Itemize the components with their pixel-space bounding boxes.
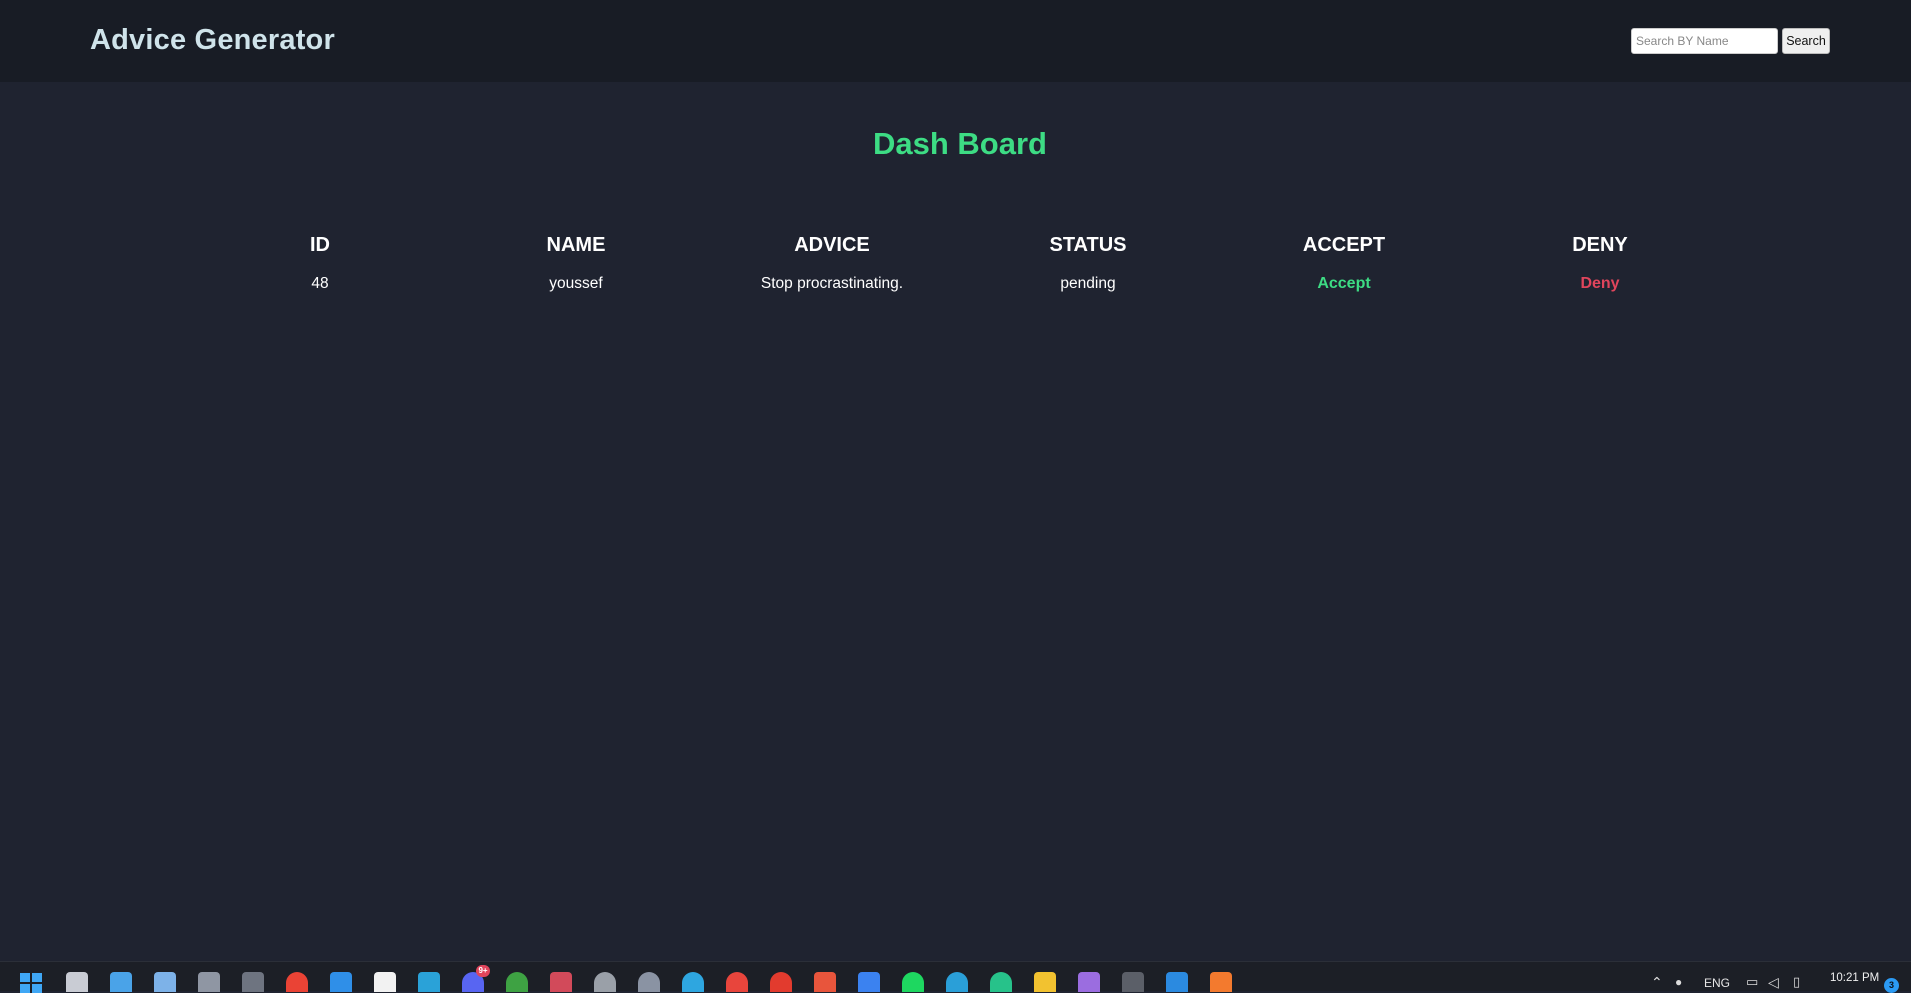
top-navbar: Advice Generator Search — [0, 0, 1911, 82]
network-icon[interactable]: ▭ — [1746, 974, 1758, 990]
windows-start-icon[interactable] — [20, 973, 42, 993]
office-icon[interactable] — [814, 972, 836, 992]
table-row: 48 youssef Stop procrastinating. pending… — [192, 264, 1728, 304]
chrome-icon[interactable] — [726, 972, 748, 992]
deny-button[interactable]: Deny — [1472, 275, 1728, 293]
spotify-icon[interactable] — [902, 972, 924, 992]
google-icon[interactable] — [286, 972, 308, 992]
todo-icon[interactable] — [858, 972, 880, 992]
snipping-tool-icon[interactable] — [550, 972, 572, 992]
battery-icon[interactable]: ▯ — [1793, 974, 1800, 990]
l-app-icon[interactable] — [330, 972, 352, 992]
tomato-timer-icon[interactable] — [770, 972, 792, 992]
obs-icon[interactable] — [594, 972, 616, 992]
photos-icon[interactable] — [110, 972, 132, 992]
advice-table: ID NAME ADVICE STATUS ACCEPT DENY 48 you… — [192, 226, 1728, 304]
discord-notification-badge: 9+ — [476, 965, 490, 977]
column-header-deny: DENY — [1572, 233, 1628, 256]
cell-id: 48 — [311, 275, 329, 292]
clock-time: 10:21 PM — [1830, 972, 1880, 984]
language-indicator[interactable]: ENG — [1704, 976, 1730, 990]
taskbar: 9+ ⌃ ● ENG ▭ ◁ ▯ 10:21 PM 3 — [0, 961, 1911, 993]
file-explorer-icon[interactable] — [1034, 972, 1056, 992]
terminal-icon[interactable] — [1122, 972, 1144, 992]
column-header-advice: ADVICE — [794, 233, 870, 256]
table-header-row: ID NAME ADVICE STATUS ACCEPT DENY — [192, 226, 1728, 264]
xampp-icon[interactable] — [1210, 972, 1232, 992]
telegram-icon[interactable] — [682, 972, 704, 992]
readwise-icon[interactable] — [374, 972, 396, 992]
chevron-up-icon[interactable]: ⌃ — [1651, 974, 1663, 990]
settings-icon[interactable] — [638, 972, 660, 992]
vscode-icon[interactable] — [1166, 972, 1188, 992]
search-button[interactable]: Search — [1782, 28, 1830, 54]
column-header-accept: ACCEPT — [1302, 233, 1386, 256]
file-stack-icon[interactable] — [66, 972, 88, 992]
calculator-icon[interactable] — [198, 972, 220, 992]
accept-button[interactable]: Accept — [1216, 275, 1472, 293]
xbox-icon[interactable] — [506, 972, 528, 992]
whatsapp-icon[interactable] — [242, 972, 264, 992]
volume-icon[interactable]: ◁ — [1768, 974, 1779, 990]
brand-title[interactable]: Advice Generator — [90, 24, 335, 57]
cell-status: pending — [1060, 275, 1116, 292]
webstorm-icon[interactable] — [990, 972, 1012, 992]
column-header-name: NAME — [546, 233, 606, 256]
git-icon[interactable] — [1078, 972, 1100, 992]
edge-icon[interactable] — [946, 972, 968, 992]
desktop-icon[interactable] — [418, 972, 440, 992]
column-header-status: STATUS — [1049, 233, 1127, 256]
search-input[interactable] — [1631, 28, 1778, 54]
search-bar: Search — [1631, 28, 1830, 54]
column-header-id: ID — [310, 233, 330, 256]
clock[interactable]: 10:21 PM — [1830, 971, 1890, 985]
chart-app-icon[interactable] — [154, 972, 176, 992]
cell-name: youssef — [549, 275, 603, 292]
discord-tray-icon[interactable]: ● — [1675, 974, 1682, 990]
page-title: Dash Board — [873, 126, 1047, 161]
cell-advice: Stop procrastinating. — [760, 275, 904, 292]
